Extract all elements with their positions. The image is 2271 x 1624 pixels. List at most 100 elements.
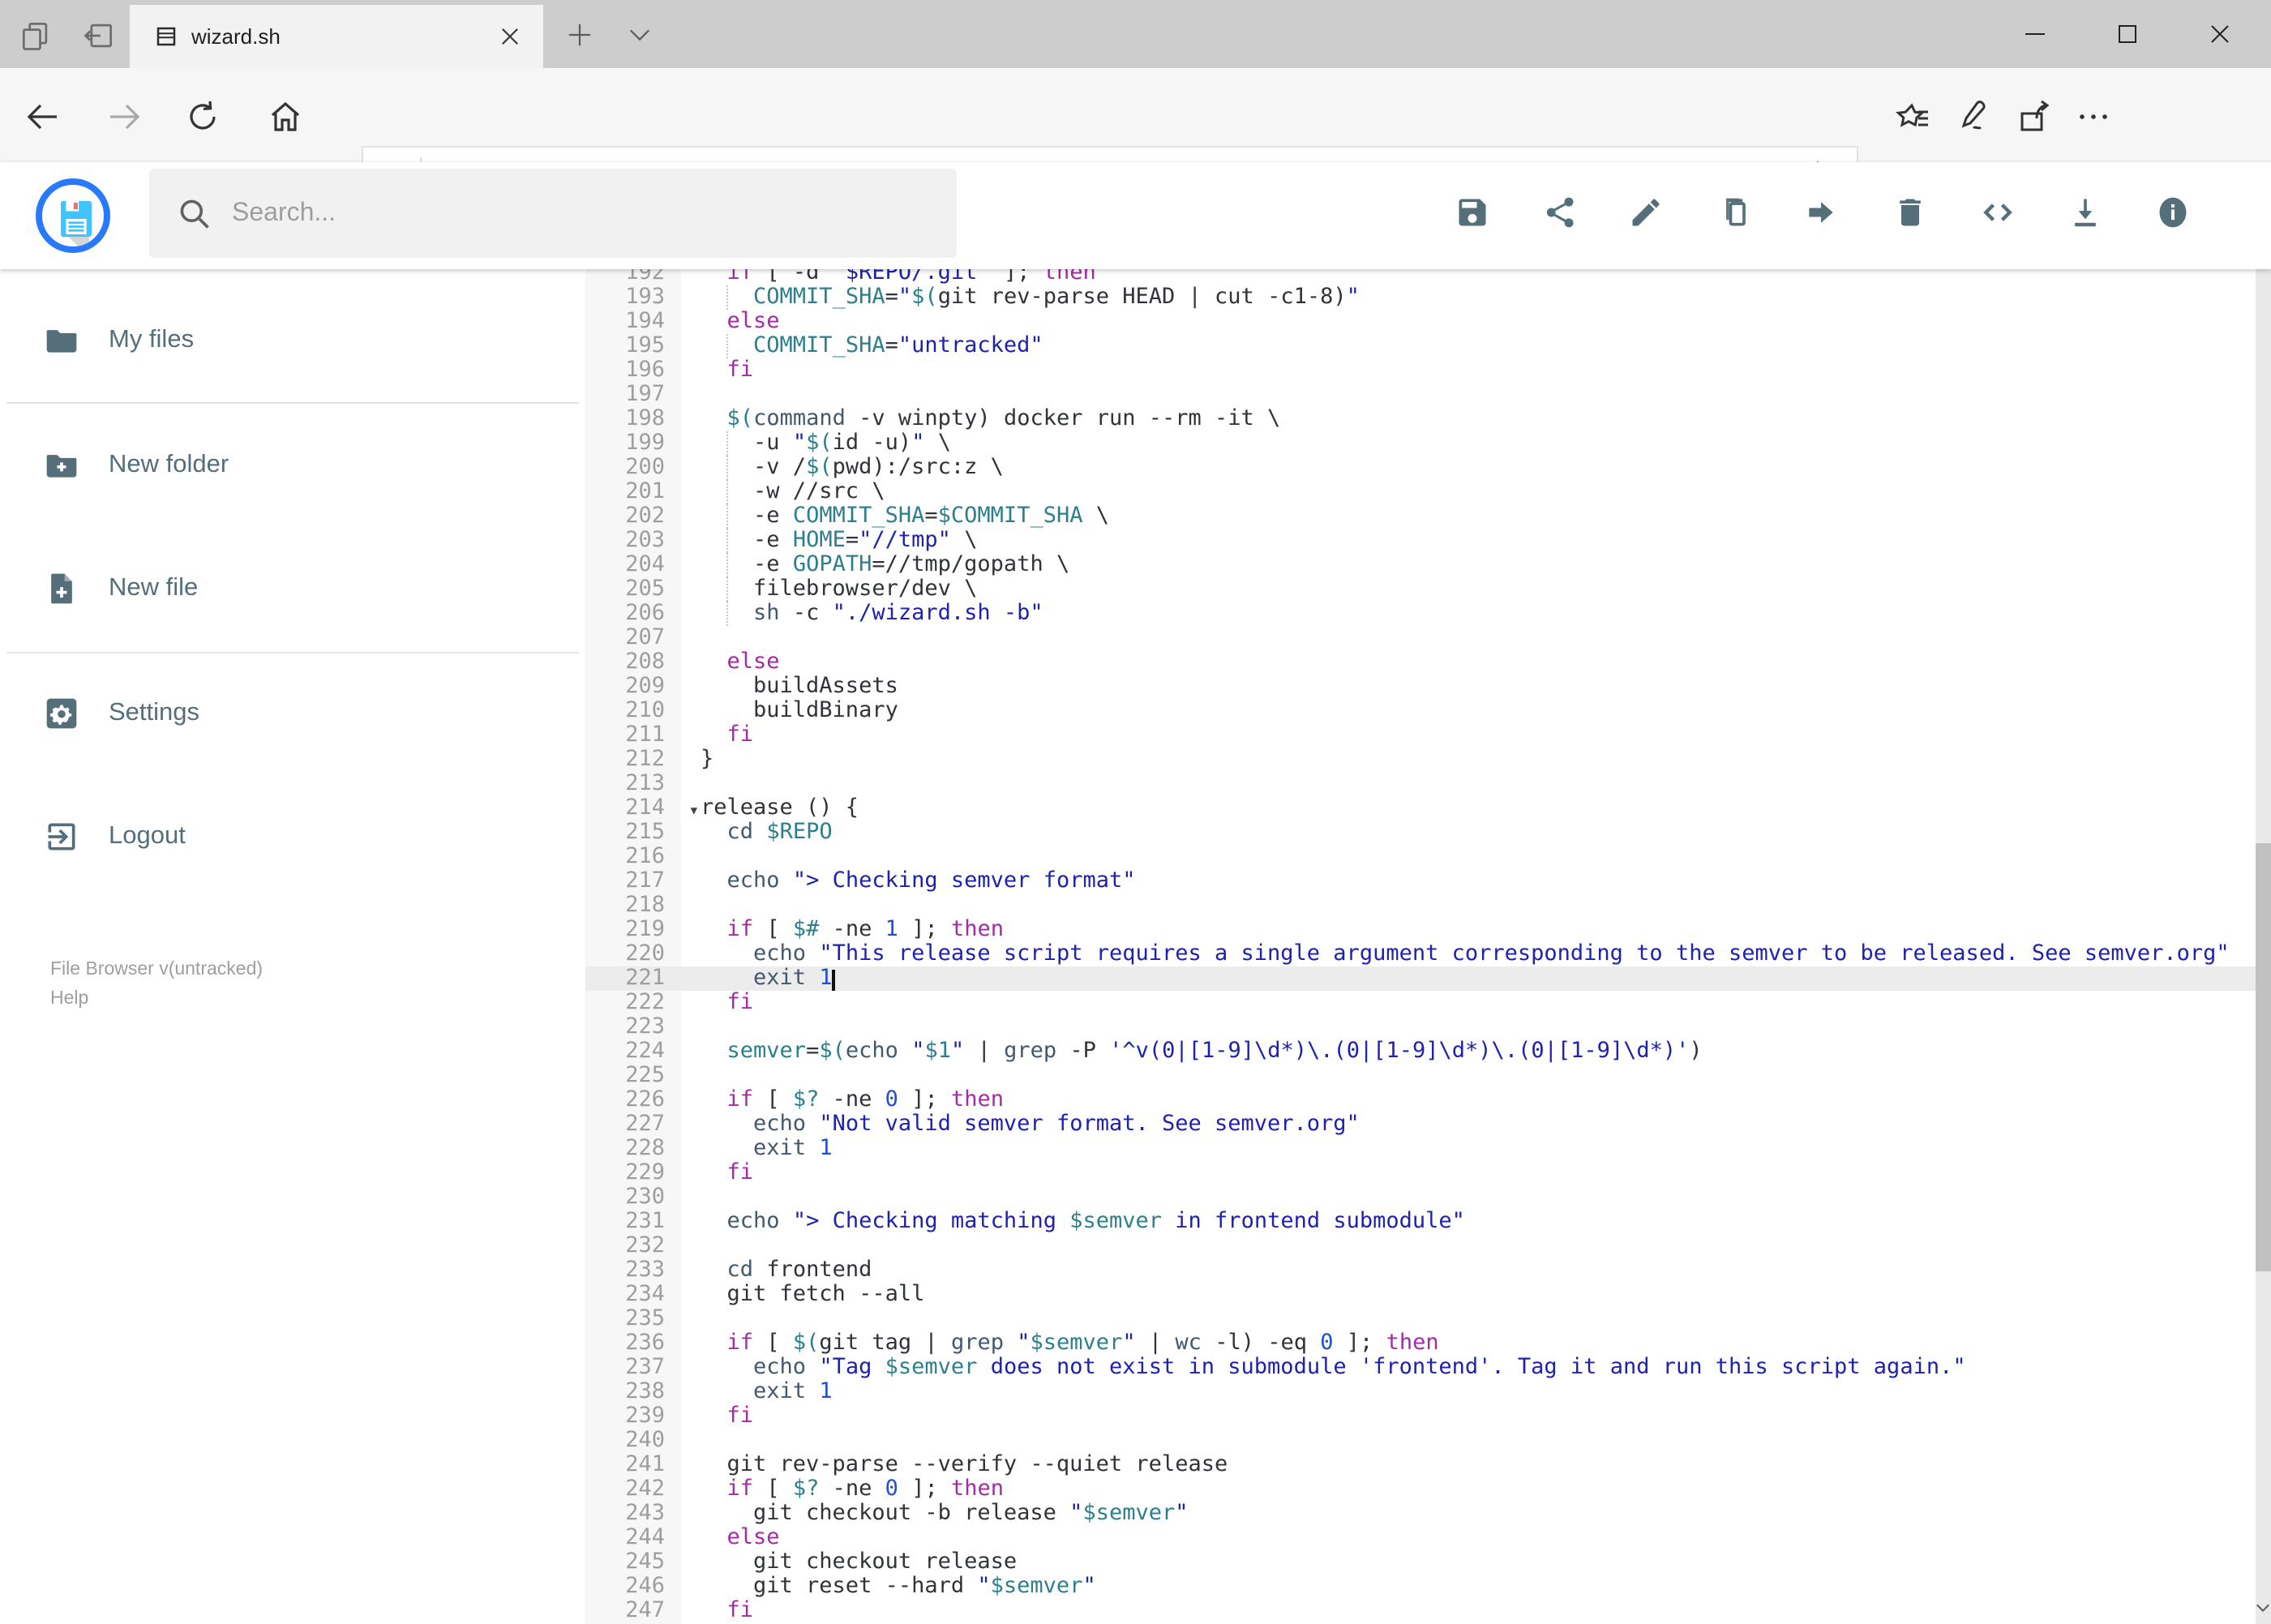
source-view-button[interactable] xyxy=(1980,195,2016,230)
tab-preview-icon[interactable] xyxy=(81,18,117,54)
code-line[interactable]: 202 -e COMMIT_SHA=$COMMIT_SHA \ xyxy=(585,503,2255,528)
back-icon[interactable] xyxy=(24,97,63,136)
annotate-pen-icon[interactable] xyxy=(1954,97,1993,136)
home-icon[interactable] xyxy=(266,97,305,136)
code-line[interactable]: 205 filebrowser/dev \ xyxy=(585,576,2255,601)
help-link[interactable]: Help xyxy=(50,984,263,1013)
tabs-aside-icon[interactable] xyxy=(18,18,54,54)
new-tab-icon[interactable] xyxy=(558,13,600,55)
download-button[interactable] xyxy=(2067,195,2103,230)
copy-button[interactable] xyxy=(1717,195,1753,230)
code-line[interactable]: 220 echo "This release script requires a… xyxy=(585,941,2255,966)
code-line[interactable]: 229 fi xyxy=(585,1159,2255,1185)
code-line[interactable]: 243 git checkout -b release "$semver" xyxy=(585,1500,2255,1525)
window-close-button[interactable] xyxy=(2184,0,2256,68)
code-line[interactable]: 246 git reset --hard "$semver" xyxy=(585,1573,2255,1598)
code-line[interactable]: 210 buildBinary xyxy=(585,697,2255,722)
code-line[interactable]: 244 else xyxy=(585,1524,2255,1549)
code-line[interactable]: 231 echo "> Checking matching $semver in… xyxy=(585,1208,2255,1233)
window-maximize-button[interactable] xyxy=(2092,0,2163,68)
code-line[interactable]: 221 exit 1 xyxy=(585,965,2255,990)
window-minimize-button[interactable] xyxy=(1999,0,2071,68)
browser-tab[interactable]: wizard.sh xyxy=(130,5,543,68)
code-line[interactable]: 206 sh -c "./wizard.sh -b" xyxy=(585,600,2255,625)
code-line[interactable]: 211 fi xyxy=(585,722,2255,747)
code-line[interactable]: 204 -e GOPATH=//tmp/gopath \ xyxy=(585,551,2255,576)
code-line[interactable]: 239 fi xyxy=(585,1403,2255,1428)
code-line[interactable]: 238 exit 1 xyxy=(585,1378,2255,1403)
code-line[interactable]: 222 fi xyxy=(585,988,2255,1014)
code-line[interactable]: 223 xyxy=(585,1013,2255,1039)
code-line[interactable]: 219 if [ $# -ne 1 ]; then xyxy=(585,916,2255,941)
browser-nav-bar: filebrowser.web/files/wizard.sh xyxy=(0,68,2271,208)
info-button[interactable] xyxy=(2155,195,2191,230)
search-box[interactable] xyxy=(149,169,957,258)
code-line[interactable]: 225 xyxy=(585,1062,2255,1087)
sidebar-item-my-files[interactable]: My files xyxy=(0,305,551,376)
code-line[interactable]: 194 else xyxy=(585,308,2255,333)
code-line[interactable]: 195 COMMIT_SHA="untracked" xyxy=(585,332,2255,358)
code-line[interactable]: 213 xyxy=(585,770,2255,795)
code-line[interactable]: 235 xyxy=(585,1305,2255,1330)
code-line[interactable]: 215 cd $REPO xyxy=(585,819,2255,844)
code-line[interactable]: 216 xyxy=(585,843,2255,868)
code-line[interactable]: 230 xyxy=(585,1184,2255,1209)
code-line[interactable]: 233 cd frontend xyxy=(585,1256,2255,1282)
code-line[interactable]: 247 fi xyxy=(585,1597,2255,1622)
code-line[interactable]: 201 -w //src \ xyxy=(585,478,2255,503)
filebrowser-logo[interactable] xyxy=(36,178,110,253)
code-line[interactable]: 208 else xyxy=(585,649,2255,674)
code-line-text: cd frontend xyxy=(726,1256,872,1282)
code-line[interactable]: 212} xyxy=(585,746,2255,771)
sidebar-item-settings[interactable]: Settings xyxy=(0,678,551,749)
tab-list-chevron-icon[interactable] xyxy=(618,13,660,55)
code-line[interactable]: 228 exit 1 xyxy=(585,1135,2255,1160)
rename-button[interactable] xyxy=(1628,195,1664,230)
code-line[interactable]: 237 echo "Tag $semver does not exist in … xyxy=(585,1354,2255,1379)
sidebar-item-logout[interactable]: Logout xyxy=(0,801,551,872)
code-line[interactable]: 214 ▼ release () { xyxy=(585,795,2255,820)
code-line[interactable]: 197 xyxy=(585,381,2255,406)
code-line[interactable]: 217 echo "> Checking semver format" xyxy=(585,868,2255,893)
code-line[interactable]: 203 -e HOME="//tmp" \ xyxy=(585,527,2255,552)
move-button[interactable] xyxy=(1803,195,1839,230)
code-line[interactable]: 196 fi xyxy=(585,357,2255,382)
code-line[interactable]: 236 if [ $(git tag | grep "$semver" | wc… xyxy=(585,1330,2255,1355)
sidebar-item-new-folder[interactable]: New folder xyxy=(0,430,551,501)
code-editor[interactable]: 192 if [ -d "$REPO/.git" ]; then 193 COMM… xyxy=(585,269,2255,1624)
hub-favorites-icon[interactable] xyxy=(1894,97,1933,136)
code-line-text: if [ $? -ne 0 ]; then xyxy=(726,1475,1004,1501)
code-line[interactable]: 209 buildAssets xyxy=(585,673,2255,698)
line-number: 222 xyxy=(625,988,665,1014)
more-options-icon[interactable] xyxy=(2074,97,2113,136)
share-page-icon[interactable] xyxy=(2014,97,2053,136)
scrollbar-thumb[interactable] xyxy=(2255,843,2271,1271)
code-line[interactable]: 232 xyxy=(585,1232,2255,1258)
code-line[interactable]: 193 COMMIT_SHA="$(git rev-parse HEAD | c… xyxy=(585,284,2255,309)
code-line-text: fi xyxy=(726,1402,754,1428)
share-button[interactable] xyxy=(1542,195,1578,230)
code-line[interactable]: 198 $(command -v winpty) docker run --rm… xyxy=(585,405,2255,431)
scroll-down-icon[interactable] xyxy=(2255,1595,2271,1621)
code-line[interactable]: 224 semver=$(echo "$1" | grep -P '^v(0|[… xyxy=(585,1038,2255,1063)
code-line[interactable]: 226 if [ $? -ne 0 ]; then xyxy=(585,1086,2255,1112)
code-line[interactable]: 227 echo "Not valid semver format. See s… xyxy=(585,1111,2255,1136)
refresh-icon[interactable] xyxy=(183,97,222,136)
page-scrollbar[interactable] xyxy=(2255,162,2271,1624)
search-input[interactable] xyxy=(232,199,881,228)
delete-button[interactable] xyxy=(1892,195,1928,230)
code-line[interactable]: 200 -v /$(pwd):/src:z \ xyxy=(585,454,2255,479)
code-line[interactable]: 234 git fetch --all xyxy=(585,1281,2255,1306)
code-line[interactable]: 241 git rev-parse --verify --quiet relea… xyxy=(585,1451,2255,1476)
code-line[interactable]: 242 if [ $? -ne 0 ]; then xyxy=(585,1476,2255,1501)
code-line[interactable]: 207 xyxy=(585,624,2255,649)
code-line[interactable]: 240 xyxy=(585,1427,2255,1452)
code-area[interactable]: 192 if [ -d "$REPO/.git" ]; then 193 COMM… xyxy=(585,269,2255,1622)
code-line[interactable]: 218 xyxy=(585,892,2255,917)
save-button[interactable] xyxy=(1455,195,1490,230)
forward-icon[interactable] xyxy=(104,97,143,136)
code-line[interactable]: 199 -u "$(id -u)" \ xyxy=(585,430,2255,455)
tab-close-icon[interactable] xyxy=(485,12,533,61)
code-line[interactable]: 245 git checkout release xyxy=(585,1549,2255,1574)
sidebar-item-new-file[interactable]: New file xyxy=(0,553,551,624)
